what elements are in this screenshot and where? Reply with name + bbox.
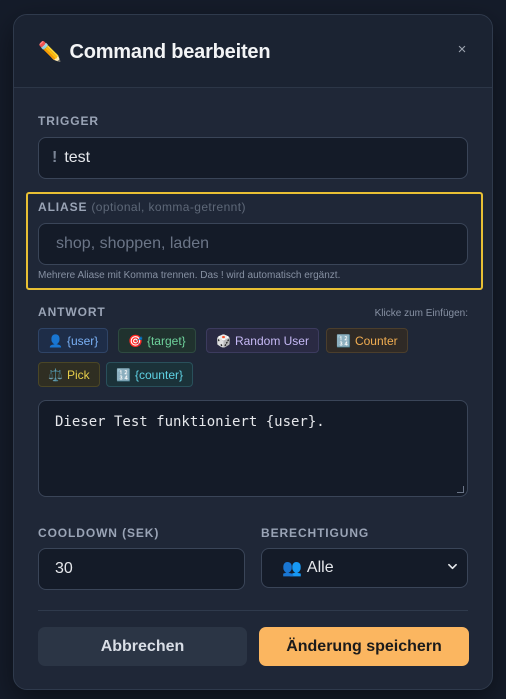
cooldown-label: COOLDOWN (SEK) [38,526,160,540]
scale-icon: ⚖️ [48,367,63,382]
permission-label: BERECHTIGUNG [261,526,370,540]
user-icon: 👤 [48,333,63,348]
people-icon: 👥 [282,560,302,577]
aliases-helper-text: Mehrere Aliase mit Komma trennen. Das ! … [38,270,341,281]
chip-random-user-label: Random User [234,333,309,348]
aliases-label-text: ALIASE [38,200,88,214]
cooldown-value: 30 [55,560,73,577]
chip-random-user[interactable]: 🎲 Random User [206,328,319,353]
aliases-label-hint: (optional, komma-getrennt) [91,200,246,214]
chip-pick[interactable]: ⚖️ Pick [38,362,100,387]
chip-counter-variable-label: {counter} [134,367,183,382]
trigger-label: TRIGGER [38,114,99,128]
counter-icon: 🔢 [336,333,351,348]
counter-icon: 🔢 [116,367,131,382]
chip-pick-label: Pick [66,367,90,382]
modal-title: ✏️ Command bearbeiten [38,40,271,64]
chevron-down-icon [448,563,457,570]
chip-user[interactable]: 👤 {user} [38,328,109,353]
chip-counter[interactable]: 🔢 Counter [326,328,408,353]
chip-user-label: {user} [66,333,99,348]
footer-divider [38,610,468,611]
cooldown-input[interactable]: 30 [38,548,245,590]
trigger-input[interactable]: ! test [38,137,468,179]
trigger-value: test [64,149,91,166]
modal-header: ✏️ Command bearbeiten × [14,15,492,88]
chip-counter-label: Counter [354,333,398,348]
chips-click-hint: Klicke zum Einfügen: [374,308,468,319]
save-button[interactable]: Änderung speichern [259,627,469,666]
aliases-placeholder: shop, shoppen, laden [56,235,210,252]
chip-target[interactable]: 🎯 {target} [118,328,196,353]
close-icon[interactable]: × [455,42,469,57]
dice-icon: 🎲 [216,333,231,348]
response-textarea[interactable]: Dieser Test funktioniert {user}. [38,400,468,497]
resize-handle[interactable] [457,486,464,493]
permission-selected: Alle [306,559,334,576]
pencil-icon: ✏️ [38,42,62,63]
trigger-prefix: ! [52,149,58,166]
aliases-input[interactable]: shop, shoppen, laden [38,223,468,265]
target-icon: 🎯 [128,333,143,348]
chip-target-label: {target} [146,333,186,348]
edit-command-modal: ✏️ Command bearbeiten × TRIGGER ! test A… [13,14,493,690]
cancel-button[interactable]: Abbrechen [38,627,247,666]
permission-select[interactable]: 👥 Alle [261,548,468,588]
aliases-label: ALIASE (optional, komma-getrennt) [38,200,246,214]
response-label: ANTWORT [38,305,106,319]
modal-title-text: Command bearbeiten [69,40,271,63]
chip-counter-variable[interactable]: 🔢 {counter} [106,362,193,387]
response-text: Dieser Test funktioniert {user}. [55,414,325,430]
